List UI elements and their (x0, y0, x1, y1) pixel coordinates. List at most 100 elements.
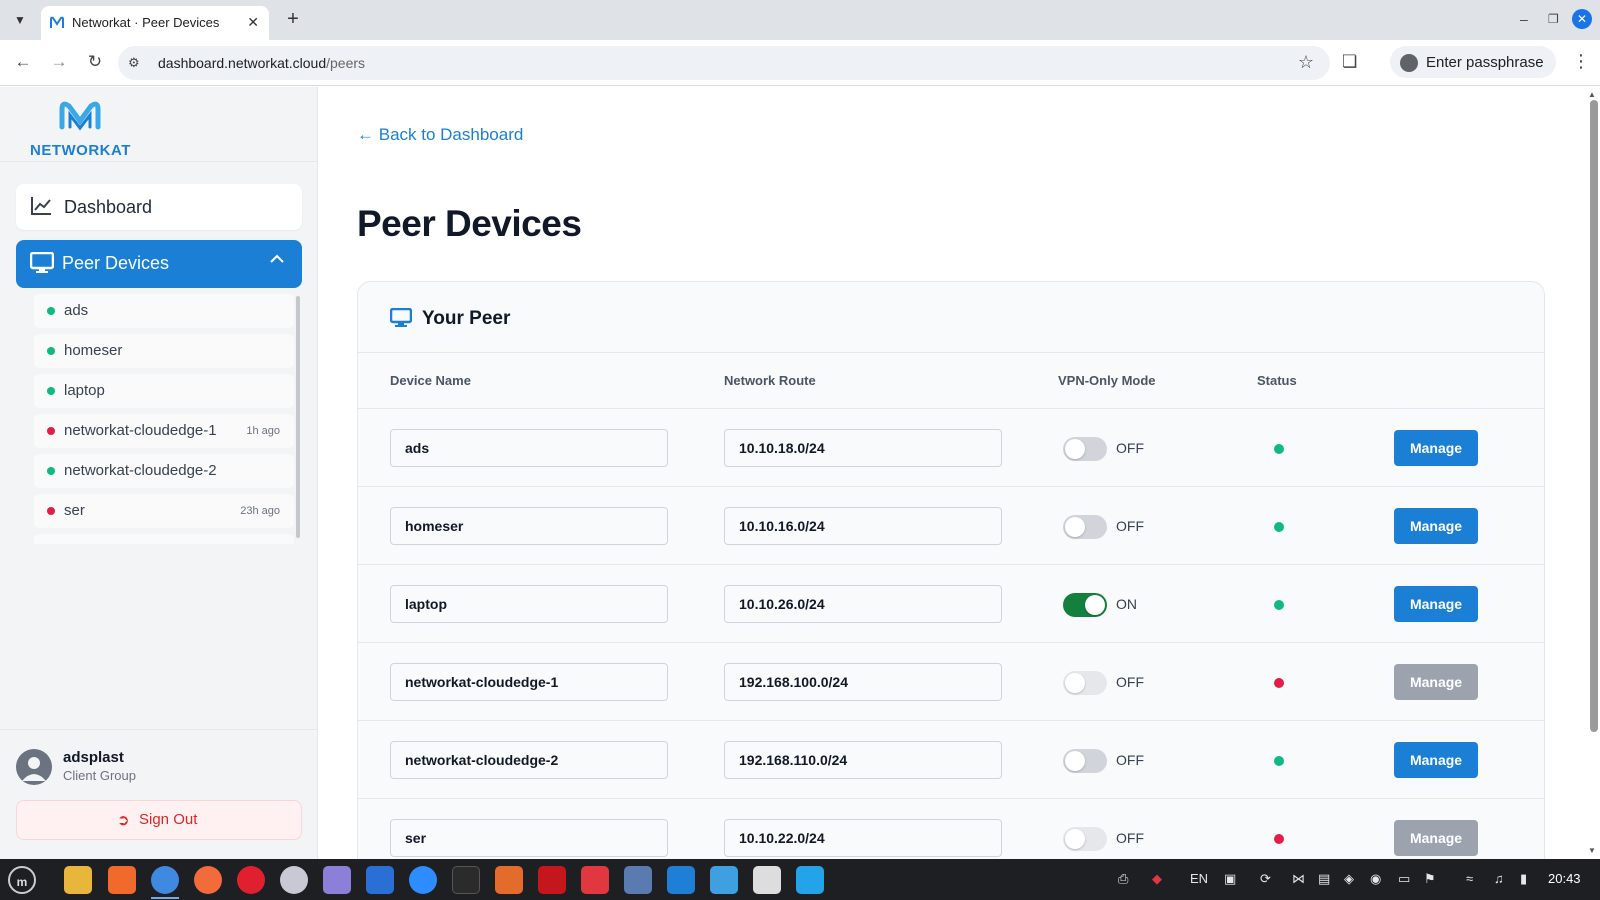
video-editor-icon[interactable] (753, 866, 781, 894)
network-route-field[interactable]: 10.10.18.0/24 (724, 429, 1002, 467)
chevron-up-icon[interactable] (270, 254, 284, 264)
shield-icon[interactable]: ◈ (1344, 871, 1354, 887)
vscode-icon[interactable] (667, 866, 695, 894)
sidebar-scrollbar[interactable] (296, 296, 300, 538)
profile-avatar-icon (1400, 54, 1418, 72)
device-name-field[interactable]: laptop (390, 585, 668, 623)
network-tool-icon[interactable] (624, 866, 652, 894)
zoom-app-icon[interactable] (409, 866, 437, 894)
notes-tray-icon[interactable]: ▭ (1398, 871, 1410, 887)
profile-button[interactable]: Enter passphrase (1390, 46, 1556, 78)
back-arrow-icon[interactable]: ← (12, 52, 34, 72)
clock[interactable]: 20:43 (1548, 871, 1581, 886)
battery-icon[interactable]: ▮ (1520, 871, 1527, 887)
sidebar-peer-item[interactable]: networkat-cloudedge-2 (34, 454, 294, 488)
clipboard-icon[interactable]: ▤ (1318, 871, 1330, 887)
main-content: ← Back to Dashboard Peer Devices Your Pe… (319, 87, 1583, 859)
presentation-app-icon[interactable] (495, 866, 523, 894)
vpn-only-toggle[interactable] (1063, 671, 1107, 695)
anydesk-icon[interactable] (581, 866, 609, 894)
vpn-only-toggle[interactable] (1063, 827, 1107, 851)
browser-tab[interactable]: Networkat · Peer Devices ✕ (41, 6, 269, 40)
volume-icon[interactable]: ♫ (1494, 871, 1504, 886)
start-menu-icon[interactable]: m (8, 866, 36, 894)
sign-out-button[interactable]: ➲ Sign Out (16, 800, 302, 840)
manage-button[interactable]: Manage (1394, 664, 1478, 700)
firefox-icon[interactable] (194, 866, 222, 894)
device-name-field[interactable]: homeser (390, 507, 668, 545)
chrome-browser-icon[interactable] (151, 866, 179, 894)
network-route-field[interactable]: 10.10.22.0/24 (724, 819, 1002, 857)
network-route-field[interactable]: 10.10.16.0/24 (724, 507, 1002, 545)
tray-anydesk-icon[interactable]: ◆ (1152, 871, 1162, 887)
sidebar-peer-item[interactable]: ads (34, 294, 294, 328)
browser-menu-icon[interactable]: ⋮ (1572, 51, 1590, 72)
sidebar-peer-item[interactable]: laptop (34, 374, 294, 408)
extensions-puzzle-icon[interactable]: ❏ (1342, 52, 1357, 72)
cpu-icon[interactable]: ◉ (1370, 871, 1381, 887)
wifi-icon[interactable]: ≈ (1466, 871, 1473, 886)
tray-sync-icon[interactable]: ⟳ (1260, 871, 1271, 887)
keyboard-language[interactable]: EN (1190, 871, 1208, 886)
vpn-only-toggle[interactable] (1063, 749, 1107, 773)
manage-button[interactable]: Manage (1394, 586, 1478, 622)
peer-status-dot (47, 467, 55, 475)
manage-button[interactable]: Manage (1394, 430, 1478, 466)
vpn-only-toggle[interactable] (1063, 593, 1107, 617)
networkat-logo[interactable]: NETWORKAT (28, 97, 132, 159)
site-info-icon[interactable]: ⚙ (128, 55, 140, 71)
forward-arrow-icon[interactable]: → (48, 52, 70, 72)
terminal-icon[interactable] (452, 866, 480, 894)
device-name-field[interactable]: ads (390, 429, 668, 467)
text-editor-icon[interactable] (366, 866, 394, 894)
scroll-up-icon[interactable]: ▲ (1588, 90, 1596, 99)
window-restore-icon[interactable]: ❐ (1548, 10, 1559, 28)
reload-icon[interactable]: ↻ (84, 52, 106, 72)
peer-status-dot (47, 307, 55, 315)
camera-app-icon[interactable] (280, 866, 308, 894)
us-flag-icon[interactable]: ⚑ (1424, 871, 1436, 887)
scroll-down-icon[interactable]: ▼ (1588, 846, 1596, 855)
manage-button[interactable]: Manage (1394, 820, 1478, 856)
url-text[interactable]: dashboard.networkat.cloud/peers (158, 55, 365, 71)
device-name-field[interactable]: networkat-cloudedge-2 (390, 741, 668, 779)
peer-name: ads (64, 302, 89, 319)
manage-button[interactable]: Manage (1394, 742, 1478, 778)
window-minimize-icon[interactable]: – (1520, 10, 1528, 28)
remote-desktop-icon[interactable] (710, 866, 738, 894)
window-close-icon[interactable]: ✕ (1572, 9, 1592, 29)
sync-app-icon[interactable] (796, 866, 824, 894)
vpn-only-toggle[interactable] (1063, 515, 1107, 539)
tray-printer-icon[interactable]: ⎙ (1118, 871, 1128, 887)
sidebar-peer-item[interactable]: ser121h ago (34, 534, 294, 544)
device-name-field[interactable]: ser (390, 819, 668, 857)
tab-search-chevron-icon[interactable]: ▼ (10, 10, 30, 30)
network-route-field[interactable]: 10.10.26.0/24 (724, 585, 1002, 623)
sidebar-peer-item[interactable]: networkat-cloudedge-1 1h ago (34, 414, 294, 448)
filezilla-icon[interactable] (538, 866, 566, 894)
new-tab-plus-icon[interactable]: + (283, 8, 303, 30)
sidebar-item-dashboard[interactable]: Dashboard (16, 184, 302, 230)
back-to-dashboard-link[interactable]: ← Back to Dashboard (357, 125, 523, 145)
vpn-only-toggle[interactable] (1063, 437, 1107, 461)
sidebar-peer-item[interactable]: ser 23h ago (34, 494, 294, 528)
sidebar-peer-item[interactable]: homeser (34, 334, 294, 368)
bookmark-star-icon[interactable]: ☆ (1298, 52, 1314, 73)
bluetooth-icon[interactable]: ⋈ (1292, 871, 1305, 887)
table-row: ads 10.10.18.0/24 OFF Manage (358, 409, 1544, 487)
manage-button[interactable]: Manage (1394, 508, 1478, 544)
address-bar[interactable]: ⚙ dashboard.networkat.cloud/peers ☆ (118, 46, 1330, 80)
vpn-only-label: ON (1116, 596, 1137, 612)
opera-icon[interactable] (237, 866, 265, 894)
sidebar-peer-list[interactable]: ads homeser laptop networkat-cloudedge-1 1h … (34, 294, 294, 544)
tray-app-icon[interactable]: ▣ (1224, 871, 1236, 887)
tab-close-icon[interactable]: ✕ (247, 13, 259, 31)
files-folder-icon[interactable] (64, 866, 92, 894)
device-name-field[interactable]: networkat-cloudedge-1 (390, 663, 668, 701)
notes-app-icon[interactable] (323, 866, 351, 894)
page-scrollbar-thumb[interactable] (1590, 100, 1598, 732)
sidebar-item-peer-devices[interactable]: Peer Devices (16, 240, 302, 288)
network-route-field[interactable]: 192.168.100.0/24 (724, 663, 1002, 701)
brave-browser-icon[interactable] (108, 866, 136, 894)
network-route-field[interactable]: 192.168.110.0/24 (724, 741, 1002, 779)
